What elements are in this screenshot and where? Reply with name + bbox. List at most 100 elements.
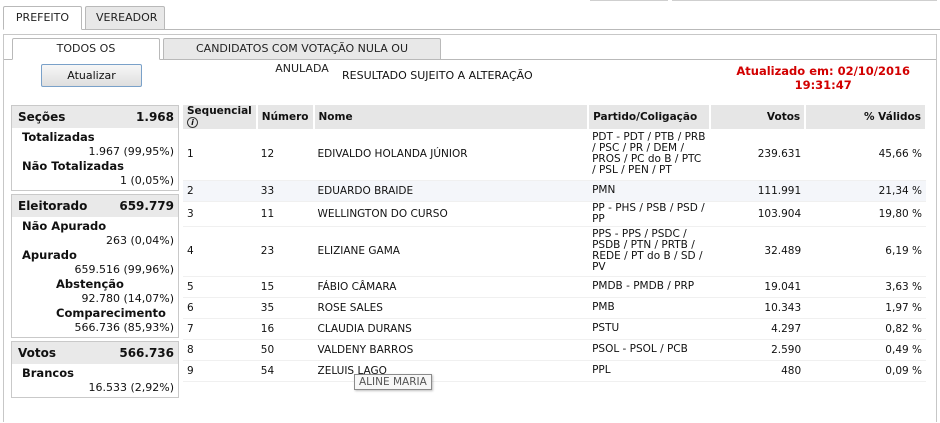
cell-nome: EDUARDO BRAIDE [313,180,589,202]
cell-sequencial: 1 [183,129,257,181]
abstencao-value: 92.780 (14,07%) [81,292,174,305]
cell-sequencial: 9 [183,360,257,382]
col-partido[interactable]: Partido/Coligação [588,105,711,129]
info-icon[interactable]: i [187,117,198,128]
cell-nome: EDIVALDO HOLANDA JÚNIOR [313,129,589,181]
cell-pct-validos: 3,63 % [805,276,926,298]
tab-prefeito[interactable]: PREFEITO [3,6,82,30]
table-row[interactable]: 2 33 EDUARDO BRAIDE PMN 111.991 21,34 % [183,180,926,202]
cell-sequencial: 6 [183,297,257,319]
col-nome[interactable]: Nome [313,105,590,129]
comparecimento-label: Comparecimento [56,306,166,320]
cell-pct-validos: 6,19 % [805,226,926,277]
secoes-label: Seções [18,110,66,124]
abstencao-label: Abstenção [56,277,124,291]
cell-nome: FÁBIO CÂMARA [313,276,589,298]
col-votos[interactable]: Votos [709,105,807,129]
cell-partido: PPL [588,360,710,382]
nao-totalizadas-value: 1 (0,05%) [119,174,174,187]
cell-pct-validos: 0,49 % [805,339,926,361]
cell-pct-validos: 45,66 % [805,129,926,181]
table-header-row: Sequencial i Número Nome Partido/Coligaç… [183,105,927,129]
votos-label: Votos [18,346,56,360]
cell-partido: PDT - PDT / PTB / PRB / PSC / PR / DEM /… [588,129,710,181]
update-button[interactable]: Atualizar [41,64,142,87]
cell-sequencial: 7 [183,318,257,340]
cell-partido: PSOL - PSOL / PCB [588,339,710,361]
cell-sequencial: 3 [183,201,257,227]
result-notice: RESULTADO SUJEITO A ALTERAÇÃO [342,69,533,82]
table-row[interactable]: 9 54 ZELUIS LAGO PPL 480 0,09 % [183,360,926,382]
eleitorado-value: 659.779 [119,199,174,213]
results-table-wrapper: Sequencial i Número Nome Partido/Coligaç… [183,105,931,382]
cell-sequencial: 4 [183,226,257,277]
votos-value: 566.736 [119,346,174,360]
cell-numero: 23 [256,226,314,277]
cell-votos: 239.631 [709,129,806,181]
secoes-header: Seções 1.968 [12,106,178,128]
cell-partido: PMDB - PMDB / PRP [588,276,710,298]
cell-pct-validos: 1,97 % [805,297,926,319]
cell-pct-validos: 19,80 % [805,201,926,227]
table-row[interactable]: 7 16 CLAUDIA DURANS PSTU 4.297 0,82 % [183,318,926,340]
cell-nome: ROSE SALES [313,297,589,319]
eleitorado-header: Eleitorado 659.779 [12,195,178,217]
table-row[interactable]: 3 11 WELLINGTON DO CURSO PP - PHS / PSB / P… [183,201,926,227]
col-sequencial[interactable]: Sequencial i [183,105,258,129]
update-time: 19:31:47 [794,78,852,92]
cell-nome: CLAUDIA DURANS [313,318,589,340]
brancos-label: Brancos [22,366,74,380]
cell-votos: 2.590 [709,339,806,361]
cell-sequencial: 2 [183,180,257,202]
cell-votos: 32.489 [709,226,806,277]
totalizadas-value: 1.967 (99,95%) [88,145,174,158]
cell-partido: PSTU [588,318,710,340]
update-timestamp: Atualizado em: 02/10/2016 19:31:47 [736,64,910,92]
table-row[interactable]: 4 23 ELIZIANE GAMA PPS - PPS / PSDC / PSDB … [183,226,926,277]
comparecimento-value: 566.736 (85,93%) [74,321,174,334]
eleitorado-box: Eleitorado 659.779 Não Apurado 263 (0,04… [11,194,179,338]
table-row[interactable]: 5 15 FÁBIO CÂMARA PMDB - PMDB / PRP 19.041 3,… [183,276,926,298]
brancos-value: 16.533 (2,92%) [88,381,174,394]
update-date: Atualizado em: 02/10/2016 [736,64,910,78]
cell-numero: 50 [256,339,314,361]
secoes-box: Seções 1.968 Totalizadas 1.967 (99,95%) … [11,105,179,191]
nao-apurado-value: 263 (0,04%) [105,234,174,247]
divider [590,0,668,1]
cell-votos: 111.991 [709,180,806,202]
cell-pct-validos: 21,34 % [805,180,926,202]
cell-numero: 16 [256,318,314,340]
cell-partido: PMN [588,180,710,202]
table-row[interactable]: 6 35 ROSE SALES PMB 10.343 1,97 % [183,297,926,319]
results-table: Sequencial i Número Nome Partido/Coligaç… [183,105,927,382]
cell-nome: ELIZIANE GAMA [313,226,589,277]
eleitorado-label: Eleitorado [18,199,88,213]
results-panel: TODOS OS CANDIDATOS CANDIDATOS COM VOTAÇ… [3,34,937,422]
summary-sidebar: Seções 1.968 Totalizadas 1.967 (99,95%) … [11,105,179,423]
cell-nome: VALDENY BARROS [313,339,589,361]
tab-votacao-nula[interactable]: CANDIDATOS COM VOTAÇÃO NULA OU ANULADA [163,38,441,75]
votos-box: Votos 566.736 Brancos 16.533 (2,92%) [11,341,179,398]
table-row[interactable]: 8 50 VALDENY BARROS PSOL - PSOL / PCB 2.590 0… [183,339,926,361]
cell-numero: 12 [256,129,314,181]
cell-partido: PP - PHS / PSB / PSD / PP [588,201,710,227]
divider [672,0,937,1]
cell-partido: PMB [588,297,710,319]
apurado-label: Apurado [22,248,77,262]
cell-numero: 54 [256,360,314,382]
nao-totalizadas-label: Não Totalizadas [22,159,124,173]
nao-apurado-label: Não Apurado [22,219,107,233]
cell-sequencial: 8 [183,339,257,361]
apurado-value: 659.516 (99,96%) [74,263,174,276]
cell-pct-validos: 0,09 % [805,360,926,382]
table-row[interactable]: 1 12 EDIVALDO HOLANDA JÚNIOR PDT - PDT / PT… [183,129,926,181]
tab-vereador[interactable]: VEREADOR [85,6,165,30]
cell-votos: 103.904 [709,201,806,227]
cell-votos: 19.041 [709,276,806,298]
cell-nome: WELLINGTON DO CURSO [313,201,589,227]
col-pct-validos[interactable]: % Válidos [805,105,927,129]
cell-numero: 15 [256,276,314,298]
tab-todos-candidatos[interactable]: TODOS OS CANDIDATOS [12,38,160,75]
totalizadas-label: Totalizadas [22,130,95,144]
col-numero[interactable]: Número [256,105,315,129]
